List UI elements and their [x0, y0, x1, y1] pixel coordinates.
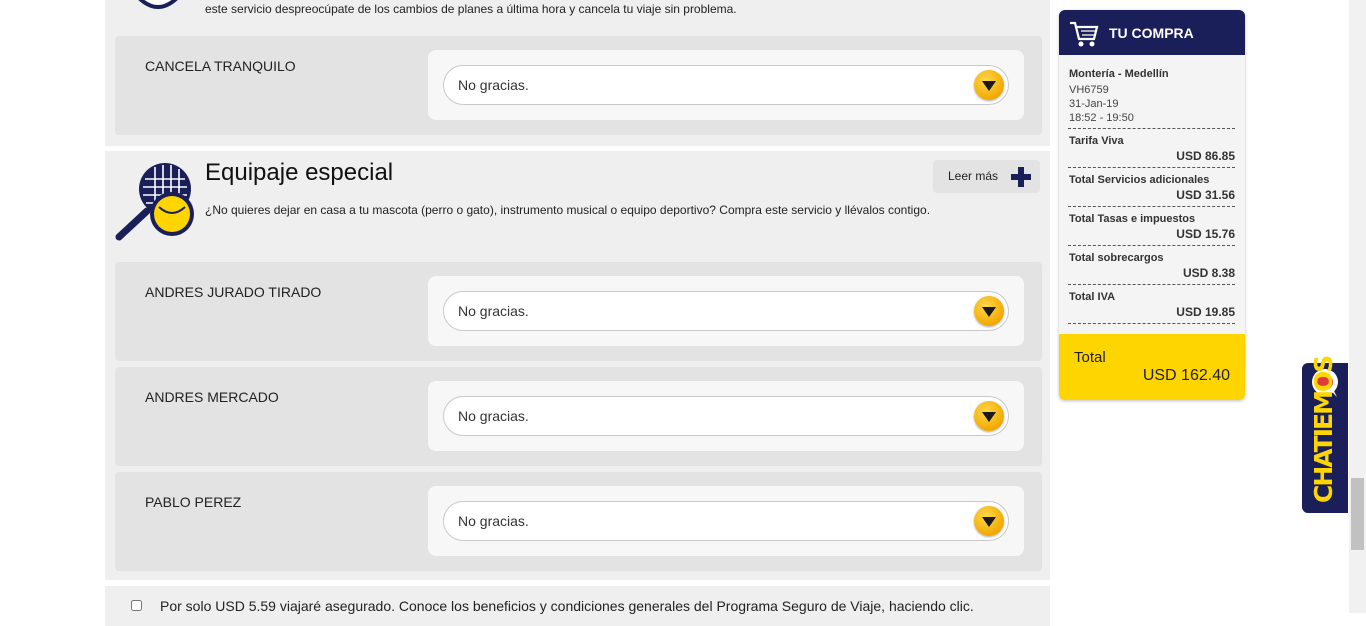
select-box: No gracias. — [428, 486, 1024, 556]
divider — [1068, 323, 1235, 324]
select-value: No gracias. — [458, 77, 529, 93]
price-value: USD 15.76 — [1176, 227, 1235, 241]
flight-time: 18:52 - 19:50 — [1069, 112, 1134, 124]
chevron-down-icon[interactable] — [974, 506, 1004, 536]
shield-icon — [138, 0, 178, 9]
cancela-description: este servicio despreocúpate de los cambi… — [205, 2, 737, 16]
flight-date: 31-Jan-19 — [1069, 98, 1119, 110]
service-row: CANCELA TRANQUILO No gracias. — [115, 36, 1042, 135]
price-label: Total sobrecargos — [1069, 252, 1164, 264]
chevron-down-icon[interactable] — [974, 401, 1004, 431]
passenger-row: ANDRES MERCADO No gracias. — [115, 367, 1042, 466]
price-label: Total Tasas e impuestos — [1069, 213, 1196, 225]
section-title: Equipaje especial — [205, 159, 394, 186]
flight-number: VH6759 — [1069, 84, 1109, 96]
cart-header: TU COMPRA — [1059, 10, 1245, 55]
leer-mas-button[interactable]: Leer más — [933, 160, 1040, 193]
price-value: USD 8.38 — [1182, 266, 1235, 280]
select-box: No gracias. — [428, 50, 1024, 120]
leer-mas-label: Leer más — [948, 169, 999, 183]
select-box: No gracias. — [428, 381, 1024, 451]
price-value: USD 19.85 — [1176, 305, 1235, 319]
total-value: USD 162.40 — [1142, 367, 1230, 384]
page-scrollbar[interactable] — [1349, 0, 1366, 613]
insurance-text[interactable]: Por solo USD 5.59 viajaré asegurado. Con… — [160, 598, 974, 614]
cancela-tranquilo-section: este servicio despreocúpate de los cambi… — [105, 0, 1050, 146]
insurance-bar: Por solo USD 5.59 viajaré asegurado. Con… — [105, 586, 1050, 626]
price-value: USD 86.85 — [1176, 149, 1235, 163]
equipaje-select[interactable]: No gracias. — [443, 501, 1009, 541]
divider — [1068, 245, 1235, 246]
cart-total: Total USD 162.40 — [1059, 334, 1245, 400]
price-label: Total IVA — [1069, 291, 1116, 303]
chevron-down-icon[interactable] — [974, 70, 1004, 100]
plus-icon — [1011, 167, 1031, 187]
divider — [1068, 128, 1235, 129]
cart-title: TU COMPRA — [1109, 25, 1194, 41]
equipaje-select[interactable]: No gracias. — [443, 396, 1009, 436]
passenger-row: ANDRES JURADO TIRADO No gracias. — [115, 262, 1042, 361]
divider — [1068, 284, 1235, 285]
price-value: USD 31.56 — [1176, 188, 1235, 202]
divider — [1068, 167, 1235, 168]
insurance-checkbox[interactable] — [131, 600, 142, 611]
divider — [1068, 206, 1235, 207]
price-label: Total Servicios adicionales — [1069, 174, 1210, 186]
select-box: No gracias. — [428, 276, 1024, 346]
flight-route: Montería - Medellín — [1069, 68, 1169, 80]
cart-summary: TU COMPRA Montería - Medellín VH6759 31-… — [1059, 10, 1245, 400]
chevron-down-icon[interactable] — [974, 296, 1004, 326]
passenger-name: ANDRES MERCADO — [145, 389, 279, 405]
select-value: No gracias. — [458, 513, 529, 529]
chat-label: CHATIEMOS — [1309, 356, 1338, 503]
scrollbar-thumb[interactable] — [1351, 478, 1364, 550]
passenger-name: ANDRES JURADO TIRADO — [145, 284, 322, 300]
equipaje-especial-section: Equipaje especial ¿No quieres dejar en c… — [105, 151, 1050, 580]
price-label: Tarifa Viva — [1069, 135, 1124, 147]
select-value: No gracias. — [458, 408, 529, 424]
select-value: No gracias. — [458, 303, 529, 319]
service-select[interactable]: No gracias. — [443, 65, 1009, 105]
equipaje-select[interactable]: No gracias. — [443, 291, 1009, 331]
passenger-row: PABLO PEREZ No gracias. — [115, 472, 1042, 571]
chat-widget-button[interactable]: CHATIEMOS — [1302, 357, 1348, 513]
total-label: Total — [1074, 349, 1106, 366]
cart-icon — [1070, 21, 1099, 47]
tennis-racket-icon — [115, 163, 194, 241]
passenger-name: PABLO PEREZ — [145, 494, 242, 510]
row-name: CANCELA TRANQUILO — [145, 58, 296, 74]
section-description: ¿No quieres dejar en casa a tu mascota (… — [205, 203, 931, 217]
